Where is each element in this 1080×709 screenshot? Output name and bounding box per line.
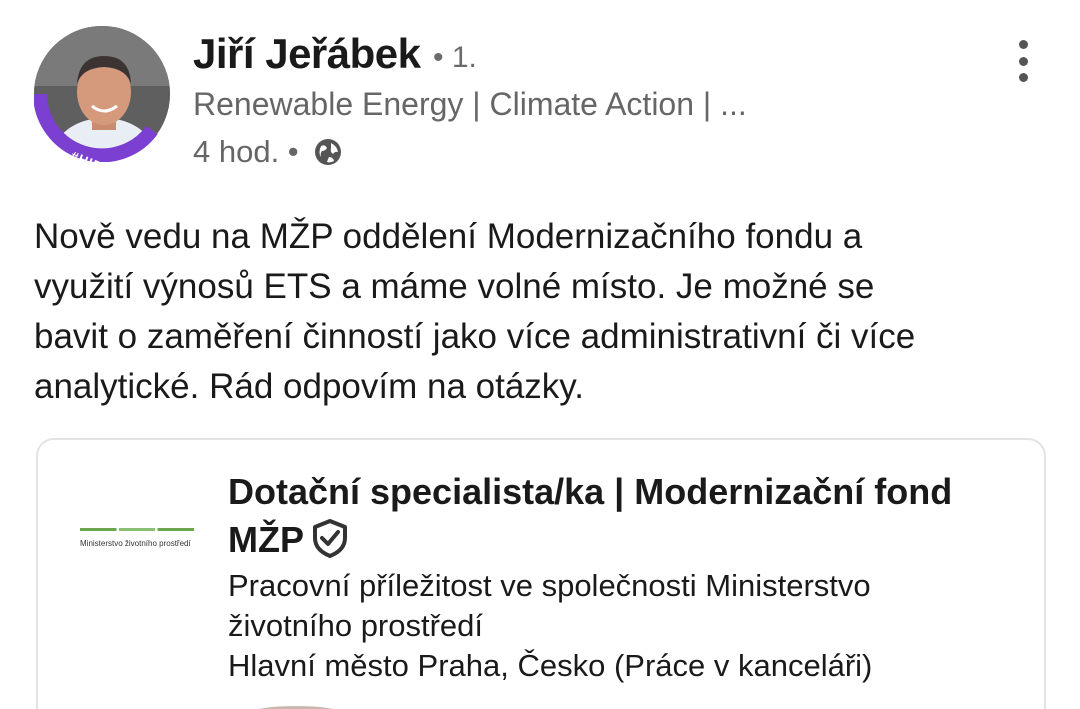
author-headline: Renewable Energy | Climate Action | ... xyxy=(193,86,747,122)
post-line: využití výnosů ETS a máme volné místo. J… xyxy=(34,267,875,306)
post-line: analytické. Rád odpovím na otázky. xyxy=(34,367,584,406)
job-company: Pracovní příležitost ve společnosti Mini… xyxy=(228,568,871,643)
author-name[interactable]: Jiří Jeřábek xyxy=(193,30,421,78)
author-avatar[interactable]: #HIRING xyxy=(34,26,170,184)
job-title[interactable]: Dotační specialista/ka | Modernizační fo… xyxy=(228,468,1028,564)
post-timestamp: 4 hod. • xyxy=(193,134,299,169)
more-vertical-icon xyxy=(1018,40,1028,49)
connection-degree: • 1. xyxy=(433,41,477,74)
verified-shield-icon xyxy=(313,519,347,558)
hiring-ring xyxy=(34,93,158,162)
globe-icon xyxy=(315,139,341,165)
job-card[interactable]: Ministerstvo životního prostředí Dotační… xyxy=(36,438,1046,709)
post-line: bavit o zaměření činností jako více admi… xyxy=(34,317,916,356)
job-location: Hlavní město Praha, Česko (Práce v kance… xyxy=(228,648,873,683)
company-logo-text: Ministerstvo životního prostředí xyxy=(80,539,191,548)
more-options-button[interactable] xyxy=(1010,40,1036,82)
company-logo: Ministerstvo životního prostředí xyxy=(80,528,194,548)
post-body: Nově vedu na MŽP oddělení Modernizačního… xyxy=(34,212,1044,412)
post-line: Nově vedu na MŽP oddělení Modernizačního… xyxy=(34,217,863,256)
